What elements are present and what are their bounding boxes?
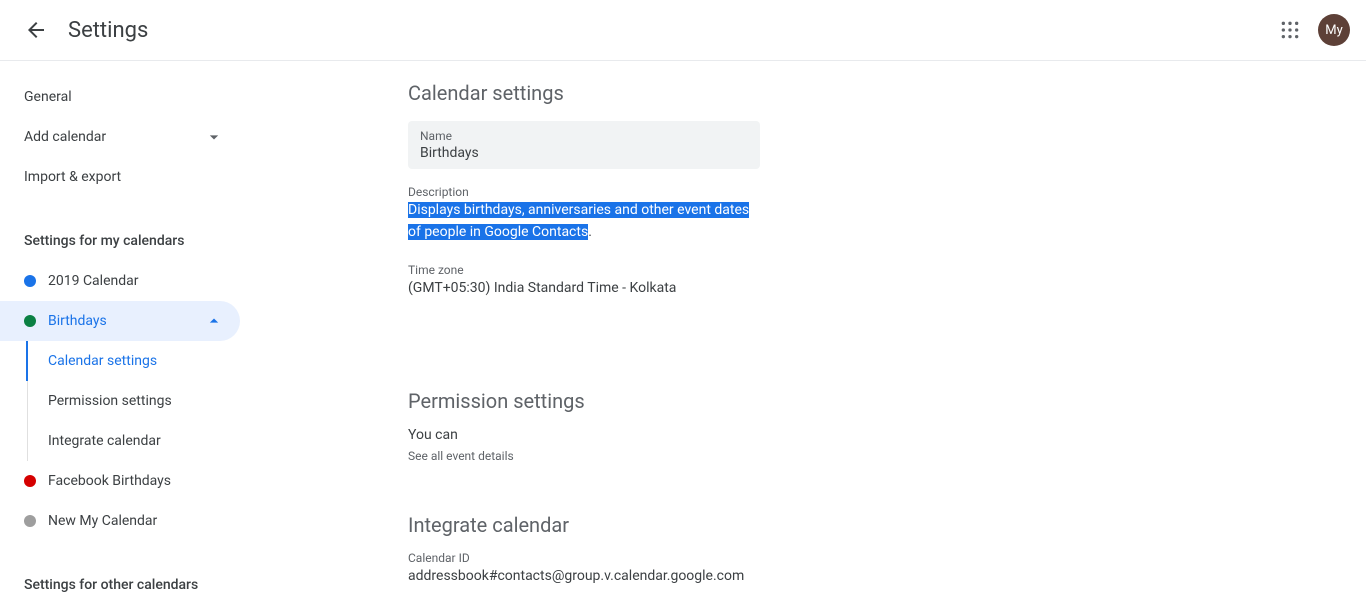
sidebar-calendar-facebook[interactable]: Facebook Birthdays <box>0 461 240 501</box>
description-label: Description <box>408 185 968 199</box>
timezone-label: Time zone <box>408 263 968 277</box>
description-line1: Displays birthdays, anniversaries and ot… <box>408 202 749 218</box>
section-integrate-calendar: Integrate calendar Calendar ID addressbo… <box>408 513 968 587</box>
section-calendar-settings: Calendar settings Name Birthdays Descrip… <box>408 81 968 299</box>
back-arrow-icon[interactable] <box>24 18 48 42</box>
apps-grid-icon[interactable] <box>1278 18 1302 42</box>
sidebar-item-general[interactable]: General <box>0 77 240 117</box>
timezone-value: (GMT+05:30) India Standard Time - Kolkat… <box>408 277 968 299</box>
header-right: My <box>1278 14 1350 46</box>
sidebar-sub-calendar-settings[interactable]: Calendar settings <box>26 341 256 381</box>
body: General Add calendar Import & export Set… <box>0 61 1366 615</box>
permission-you-can: You can <box>408 427 968 443</box>
description-line2: of people in Google Contacts <box>408 224 588 240</box>
content[interactable]: Calendar settings Name Birthdays Descrip… <box>256 61 1366 615</box>
sidebar-item-import-export[interactable]: Import & export <box>0 157 240 197</box>
timezone-field: Time zone (GMT+05:30) India Standard Tim… <box>408 263 968 299</box>
avatar[interactable]: My <box>1318 14 1350 46</box>
sidebar-calendar-birthdays[interactable]: Birthdays <box>0 301 240 341</box>
calendar-color-dot <box>24 275 36 287</box>
sidebar-item-label: Add calendar <box>24 129 106 145</box>
description-field: Description Displays birthdays, annivers… <box>408 185 968 243</box>
sidebar-calendar-2019[interactable]: 2019 Calendar <box>0 261 240 301</box>
header: Settings My <box>0 0 1366 61</box>
sidebar-item-add-calendar[interactable]: Add calendar <box>0 117 240 157</box>
calendar-color-dot <box>24 475 36 487</box>
sidebar-calendar-new-my[interactable]: New My Calendar <box>0 501 240 541</box>
section-permission-settings: Permission settings You can See all even… <box>408 389 968 463</box>
description-value: Displays birthdays, anniversaries and ot… <box>408 199 968 243</box>
permission-detail: See all event details <box>408 449 968 463</box>
page-title: Settings <box>68 18 148 43</box>
section-title: Integrate calendar <box>408 513 968 537</box>
header-left: Settings <box>24 18 148 43</box>
name-label: Name <box>420 129 748 143</box>
sidebar-calendar-label: 2019 Calendar <box>48 273 139 289</box>
sidebar: General Add calendar Import & export Set… <box>0 61 256 615</box>
sidebar-calendar-label: New My Calendar <box>48 513 157 529</box>
sidebar-item-label: General <box>24 89 72 105</box>
section-title: Permission settings <box>408 389 968 413</box>
name-field[interactable]: Name Birthdays <box>408 121 760 169</box>
sidebar-sub-permission-settings[interactable]: Permission settings <box>26 381 256 421</box>
sidebar-item-label: Import & export <box>24 169 121 185</box>
calendar-id-field: Calendar ID addressbook#contacts@group.v… <box>408 551 968 587</box>
sidebar-sublist: Calendar settings Permission settings In… <box>27 341 256 461</box>
name-value: Birthdays <box>420 143 748 161</box>
calendar-id-value: addressbook#contacts@group.v.calendar.go… <box>408 565 968 587</box>
calendar-color-dot <box>24 315 36 327</box>
section-title: Calendar settings <box>408 81 968 105</box>
sidebar-section-other-calendars: Settings for other calendars <box>0 565 256 605</box>
sidebar-calendar-label: Birthdays <box>48 313 107 329</box>
sidebar-section-my-calendars: Settings for my calendars <box>0 221 256 261</box>
chevron-up-icon <box>204 311 224 331</box>
calendar-id-label: Calendar ID <box>408 551 968 565</box>
chevron-down-icon <box>204 127 224 147</box>
sidebar-calendar-label: Facebook Birthdays <box>48 473 171 489</box>
calendar-color-dot <box>24 515 36 527</box>
sidebar-sub-integrate-calendar[interactable]: Integrate calendar <box>26 421 256 461</box>
